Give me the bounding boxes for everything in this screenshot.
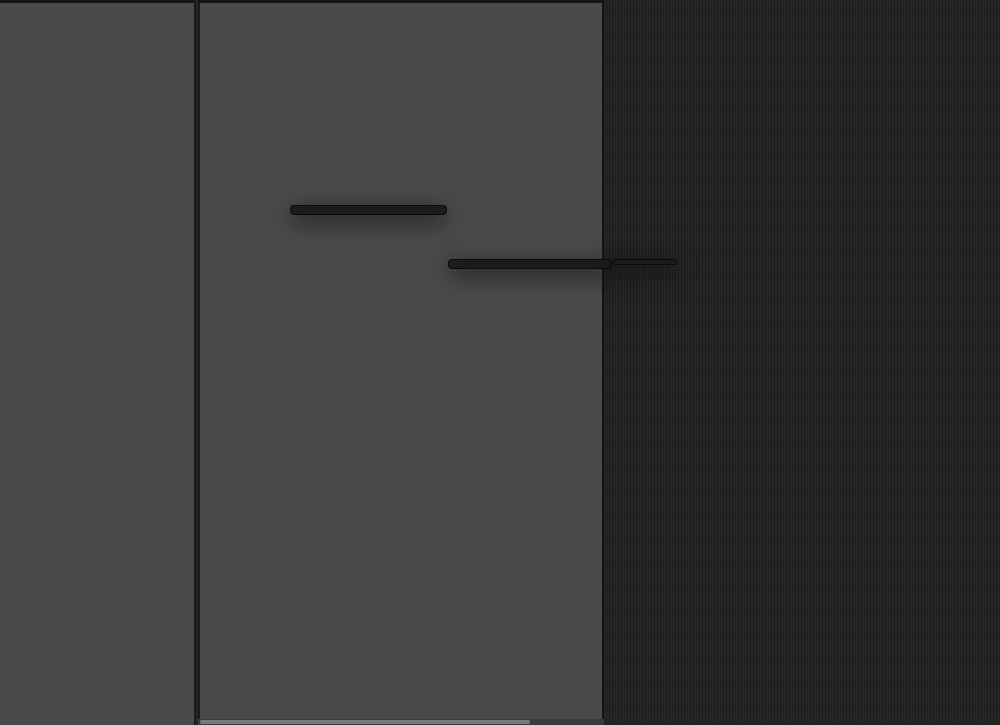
amps-and-pedals-submenu[interactable] bbox=[448, 259, 612, 269]
mixer-panel bbox=[198, 0, 604, 725]
inspector-channel-strips bbox=[0, 0, 196, 725]
horizontal-scrollbar[interactable] bbox=[198, 719, 604, 725]
mono-submenu[interactable] bbox=[613, 259, 677, 265]
panel-top-divider bbox=[0, 0, 196, 3]
plugin-context-menu[interactable] bbox=[290, 205, 447, 215]
mixer-window bbox=[0, 0, 1000, 725]
mixer-row-labels bbox=[198, 0, 284, 725]
